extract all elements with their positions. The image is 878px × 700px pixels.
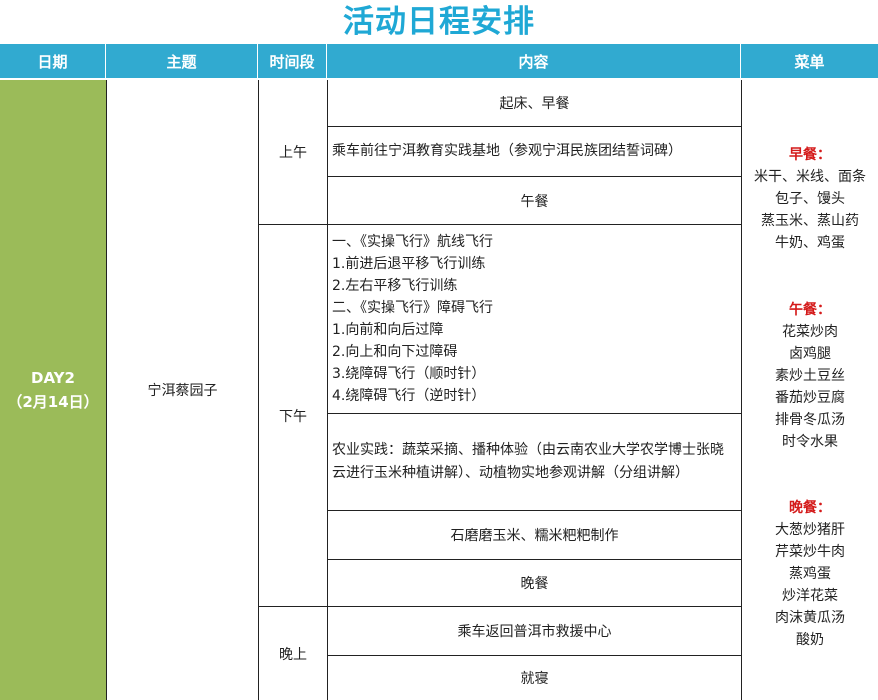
day-cell: DAY2 （2月14日）: [0, 80, 106, 700]
content-row: 乘车返回普洱市救援中心: [327, 607, 741, 656]
breakfast-title: 早餐：: [789, 147, 831, 163]
flight-line: 1.前进后退平移飞行训练: [332, 256, 486, 272]
header-period: 时间段: [258, 44, 327, 78]
content-row: 就寝: [327, 656, 741, 700]
content-row: 晚餐: [327, 560, 741, 607]
flight-line: 2.向上和向下过障碍: [332, 344, 458, 360]
theme-cell: 宁洱蔡园子: [106, 80, 258, 700]
page-title: 活动日程安排: [343, 4, 535, 40]
menu-item: 酸奶: [796, 632, 824, 648]
flight-line: 二、《实操飞行》障碍飞行: [332, 300, 493, 316]
flight-line: 3.绕障碍飞行（顺时针）: [332, 366, 486, 382]
menu-item: 卤鸡腿: [789, 346, 831, 362]
menu-item: 米干、米线、面条: [754, 169, 866, 185]
header-menu: 菜单: [741, 44, 878, 78]
menu-item: 炒洋花菜: [782, 588, 838, 604]
menu-item: 大葱炒猪肝: [775, 522, 845, 538]
menu-item: 牛奶、鸡蛋: [775, 235, 845, 251]
lunch-title: 午餐：: [789, 302, 831, 318]
flight-line: 一、《实操飞行》航线飞行: [332, 234, 493, 250]
content-row: 石磨磨玉米、糯米粑粑制作: [327, 511, 741, 560]
content-row: 乘车前往宁洱教育实践基地（参观宁洱民族团结誓词碑）: [327, 127, 741, 177]
menu-item: 排骨冬瓜汤: [775, 412, 845, 428]
menu-item: 包子、馒头: [775, 191, 845, 207]
flight-line: 1.向前和向后过障: [332, 322, 444, 338]
menu-item: 肉沫黄瓜汤: [775, 610, 845, 626]
menu-item: 蒸鸡蛋: [789, 566, 831, 582]
period-evening: 晚上: [258, 607, 327, 700]
day-label: DAY2: [31, 369, 75, 387]
day-date: （2月14日）: [7, 393, 99, 411]
period-afternoon: 下午: [258, 225, 327, 607]
period-morning: 上午: [258, 80, 327, 225]
menu-item: 蒸玉米、蒸山药: [761, 213, 859, 229]
menu-cell: 早餐： 米干、米线、面条 包子、馒头 蒸玉米、蒸山药 牛奶、鸡蛋 午餐： 花菜炒…: [741, 80, 878, 700]
header-theme: 主题: [106, 44, 258, 78]
menu-item: 时令水果: [782, 434, 838, 450]
menu-item: 素炒土豆丝: [775, 368, 845, 384]
menu-item: 番茄炒豆腐: [775, 390, 845, 406]
dinner-title: 晚餐：: [789, 500, 831, 516]
flight-line: 2.左右平移飞行训练: [332, 278, 458, 294]
header-date: 日期: [0, 44, 106, 78]
flight-line: 4.绕障碍飞行（逆时针）: [332, 388, 486, 404]
menu-item: 花菜炒肉: [782, 324, 838, 340]
content-row: 午餐: [327, 177, 741, 225]
menu-item: 芹菜炒牛肉: [775, 544, 845, 560]
content-row-flight: 一、《实操飞行》航线飞行 1.前进后退平移飞行训练 2.左右平移飞行训练 二、《…: [327, 225, 741, 414]
content-row: 起床、早餐: [327, 80, 741, 127]
content-row-farming: 农业实践：蔬菜采摘、播种体验（由云南农业大学农学博士张晓云进行玉米种植讲解）、动…: [327, 414, 741, 511]
header-content: 内容: [327, 44, 741, 78]
